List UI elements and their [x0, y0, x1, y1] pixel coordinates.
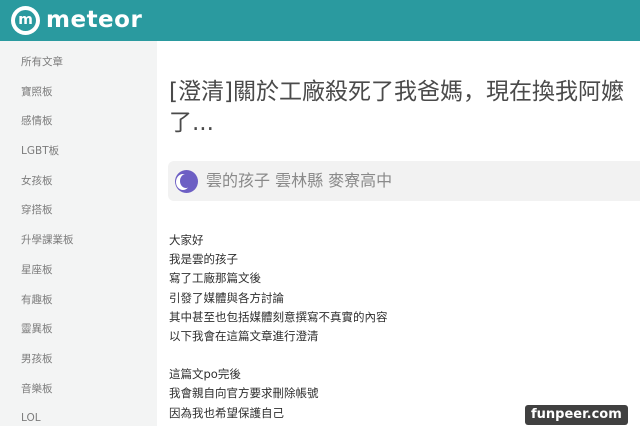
logo-glyph: m [15, 10, 36, 31]
body-line: 我會親自向官方要求刪除帳號 [169, 386, 319, 401]
crescent-moon-icon [180, 174, 192, 188]
meteor-logo-icon[interactable]: m [11, 6, 40, 35]
watermark: funpeer.com [525, 405, 628, 425]
author-name[interactable]: 雲的孩子 雲林縣 麥寮高中 [206, 171, 392, 191]
sidebar-item-horoscope[interactable]: 星座板 [0, 260, 157, 290]
top-bar: m meteor [0, 0, 640, 41]
body-line: 其中甚至也包括媒體刻意撰寫不真實的內容 [169, 309, 388, 324]
author-bar[interactable]: 雲的孩子 雲林縣 麥寮高中 [168, 161, 640, 201]
sidebar-item-paranormal[interactable]: 靈異板 [0, 319, 157, 349]
board-list: 所有文章 寶照板 感情板 LGBT板 女孩板 穿搭板 升學課業板 星座板 有趣板… [0, 41, 157, 426]
sidebar-item-photo[interactable]: 寶照板 [0, 82, 157, 112]
post-body: 大家好 我是雲的孩子 寫了工廠那篇文後 引發了媒體與各方討論 其中甚至也包括媒體… [169, 231, 629, 423]
body-line: 大家好 [169, 233, 204, 247]
sidebar-item-boys[interactable]: 男孩板 [0, 349, 157, 379]
body-line: 寫了工廠那篇文後 [169, 271, 261, 286]
site-name[interactable]: meteor [46, 6, 142, 34]
sidebar-item-funny[interactable]: 有趣板 [0, 290, 157, 320]
sidebar-item-study[interactable]: 升學課業板 [0, 230, 157, 260]
post-main: [澄清]關於工廠殺死了我爸媽，現在換我阿嬤了... 雲的孩子 雲林縣 麥寮高中 … [157, 41, 640, 426]
moon-avatar-icon[interactable] [175, 170, 198, 193]
sidebar-item-girls[interactable]: 女孩板 [0, 171, 157, 201]
sidebar-item-music[interactable]: 音樂板 [0, 379, 157, 409]
body-line: 這篇文po完後 [169, 367, 241, 382]
sidebar-item-relationship[interactable]: 感情板 [0, 111, 157, 141]
sidebar-item-lol[interactable]: LOL [0, 408, 157, 426]
post-title: [澄清]關於工廠殺死了我爸媽，現在換我阿嬤了... [169, 79, 624, 136]
body-line: 引發了媒體與各方討論 [169, 290, 284, 305]
body-line: 以下我會在這篇文章進行澄清 [169, 329, 319, 344]
sidebar: 所有文章 寶照板 感情板 LGBT板 女孩板 穿搭板 升學課業板 星座板 有趣板… [0, 41, 157, 426]
sidebar-item-outfit[interactable]: 穿搭板 [0, 200, 157, 230]
sidebar-item-lgbt[interactable]: LGBT板 [0, 141, 157, 171]
sidebar-item-all-posts[interactable]: 所有文章 [0, 52, 157, 82]
body-line: 我是雲的孩子 [169, 252, 238, 267]
